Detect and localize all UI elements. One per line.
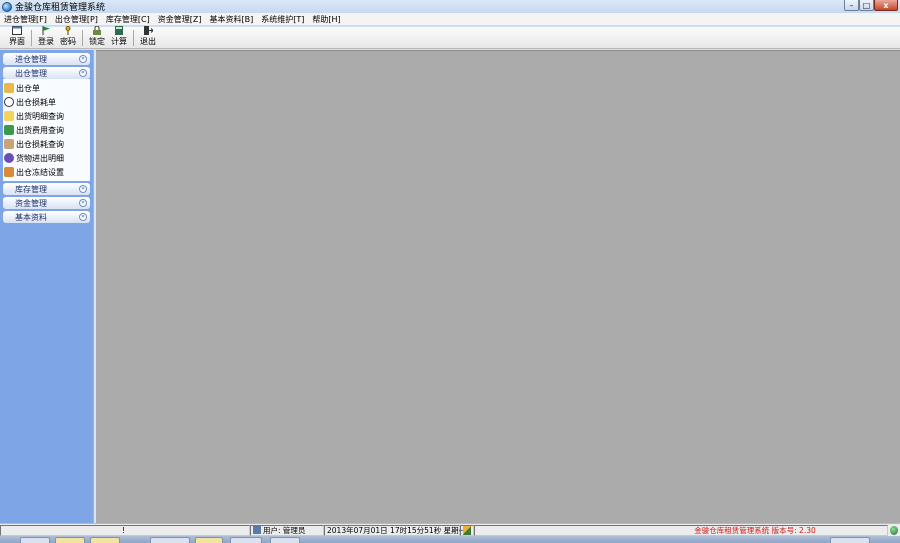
sidebar-item-label: 出仓损耗单	[16, 97, 56, 107]
sidebar-item-outbound-order[interactable]: 出仓单	[4, 81, 90, 95]
sidebar: 进仓管理 » 出仓管理 « 出仓单 出仓损耗单 出货明细查询 出货费用查询 出仓…	[0, 50, 93, 523]
sidebar-item-outbound-freeze-settings[interactable]: 出仓冻结设置	[4, 165, 90, 179]
status-logo-panel	[460, 524, 474, 536]
sidebar-item-label: 出仓冻结设置	[16, 167, 64, 177]
status-globe-panel	[888, 525, 900, 536]
login-button[interactable]: 登录	[35, 26, 57, 48]
menu-help[interactable]: 帮助[H]	[308, 14, 344, 25]
toolbar-separator	[133, 30, 134, 46]
calc-button[interactable]: 计算	[108, 26, 130, 48]
sidebar-item-label: 出货明细查询	[16, 111, 64, 121]
main-workspace	[96, 50, 900, 523]
status-user-panel: 用户: 管理员	[250, 524, 324, 536]
taskbar-button[interactable]	[55, 537, 85, 543]
status-datetime: 2013年07月01日 17时15分51秒 星期一	[327, 525, 467, 535]
toolbar-separator	[31, 30, 32, 46]
outbound-group-body: 出仓单 出仓损耗单 出货明细查询 出货费用查询 出仓损耗查询 货物进出明细 出仓…	[3, 79, 90, 181]
exit-button[interactable]: 退出	[137, 26, 159, 48]
close-button[interactable]: x	[874, 0, 898, 11]
sidebar-item-shipment-detail-query[interactable]: 出货明细查询	[4, 109, 90, 123]
status-indicator: !	[121, 525, 125, 535]
chevron-down-icon[interactable]: »	[79, 213, 87, 221]
taskbar-button[interactable]	[150, 537, 190, 543]
logo-icon	[463, 525, 471, 535]
window-icon	[12, 26, 22, 35]
lock-button[interactable]: 锁定	[86, 26, 108, 48]
menu-basic-data[interactable]: 基本资料[B]	[205, 14, 257, 25]
interface-button[interactable]: 界面	[6, 26, 28, 48]
chevron-down-icon[interactable]: »	[79, 185, 87, 193]
login-label: 登录	[38, 37, 54, 46]
flag-icon	[42, 26, 50, 35]
user-icon	[253, 526, 261, 534]
tray-icon	[4, 139, 14, 149]
app-icon	[2, 1, 12, 12]
menu-finance[interactable]: 资金管理[Z]	[154, 14, 206, 25]
chevron-up-icon[interactable]: «	[79, 69, 87, 77]
menu-system[interactable]: 系统维护[T]	[257, 14, 308, 25]
taskbar-button[interactable]	[230, 537, 262, 543]
taskbar	[0, 536, 900, 543]
taskbar-button[interactable]	[90, 537, 120, 543]
taskbar-button[interactable]	[20, 537, 50, 543]
taskbar-button[interactable]	[195, 537, 223, 543]
sidebar-item-label: 出仓单	[16, 83, 40, 93]
interface-label: 界面	[9, 37, 25, 46]
sidebar-item-label: 出仓损耗查询	[16, 139, 64, 149]
lock-icon	[93, 26, 101, 35]
globe-icon	[4, 153, 14, 163]
calc-label: 计算	[111, 37, 127, 46]
password-button[interactable]: 密码	[57, 26, 79, 48]
toolbar-separator	[82, 30, 83, 46]
status-indicator-panel: !	[0, 524, 250, 536]
sidebar-item-label: 货物进出明细	[16, 153, 64, 163]
sidebar-item-outbound-loss-order[interactable]: 出仓损耗单	[4, 95, 90, 109]
exit-door-icon	[144, 26, 153, 35]
menu-bar: 进仓管理[F] 出仓管理[P] 库存管理[C] 资金管理[Z] 基本资料[B] …	[0, 13, 900, 26]
group-label: 基本资料	[15, 212, 47, 222]
group-label: 库存管理	[15, 184, 47, 194]
globe-icon	[890, 525, 898, 535]
status-datetime-panel: 2013年07月01日 17时15分51秒 星期一	[324, 524, 466, 536]
maximize-button[interactable]: □	[859, 0, 874, 11]
minimize-button[interactable]: –	[844, 0, 859, 11]
sidebar-group-basic-data[interactable]: 基本资料 »	[3, 211, 90, 223]
status-bar: ! 用户: 管理员 2013年07月01日 17时15分51秒 星期一 金骏仓库…	[0, 523, 900, 536]
sidebar-group-outbound[interactable]: 出仓管理 «	[3, 67, 90, 79]
sidebar-group-inventory[interactable]: 库存管理 »	[3, 183, 90, 195]
status-version: 金骏仓库租赁管理系统 版本号: 2.30	[694, 525, 816, 535]
taskbar-button[interactable]	[270, 537, 300, 543]
chevron-down-icon[interactable]: »	[79, 199, 87, 207]
toolbar: 界面 登录 密码 锁定 计算 退出	[0, 26, 900, 49]
key-icon	[65, 26, 71, 35]
status-version-panel: 金骏仓库租赁管理系统 版本号: 2.30	[474, 524, 888, 536]
menu-inventory[interactable]: 库存管理[C]	[102, 14, 154, 25]
user-icon	[4, 125, 14, 135]
sidebar-item-label: 出货费用查询	[16, 125, 64, 135]
sidebar-group-finance[interactable]: 资金管理 »	[3, 197, 90, 209]
menu-outbound[interactable]: 出仓管理[P]	[51, 14, 102, 25]
group-label: 进仓管理	[15, 54, 47, 64]
chevron-down-icon[interactable]: »	[79, 55, 87, 63]
title-bar: 金骏仓库租赁管理系统 – □ x	[0, 0, 900, 13]
tools-icon	[4, 167, 14, 177]
window-title: 金骏仓库租赁管理系统	[15, 3, 106, 13]
sidebar-item-goods-movement-detail[interactable]: 货物进出明细	[4, 151, 90, 165]
password-label: 密码	[60, 37, 76, 46]
group-label: 出仓管理	[15, 68, 47, 78]
note-icon	[4, 111, 14, 121]
sidebar-item-outbound-loss-query[interactable]: 出仓损耗查询	[4, 137, 90, 151]
calculator-icon	[115, 26, 123, 35]
clock-icon	[4, 97, 14, 107]
group-label: 资金管理	[15, 198, 47, 208]
sidebar-group-inbound[interactable]: 进仓管理 »	[3, 53, 90, 65]
status-user: 用户: 管理员	[263, 525, 306, 535]
lock-label: 锁定	[89, 37, 105, 46]
menu-inbound[interactable]: 进仓管理[F]	[0, 14, 51, 25]
folder-icon	[4, 83, 14, 93]
sidebar-item-shipment-fee-query[interactable]: 出货费用查询	[4, 123, 90, 137]
exit-label: 退出	[140, 37, 156, 46]
taskbar-button[interactable]	[830, 537, 870, 543]
